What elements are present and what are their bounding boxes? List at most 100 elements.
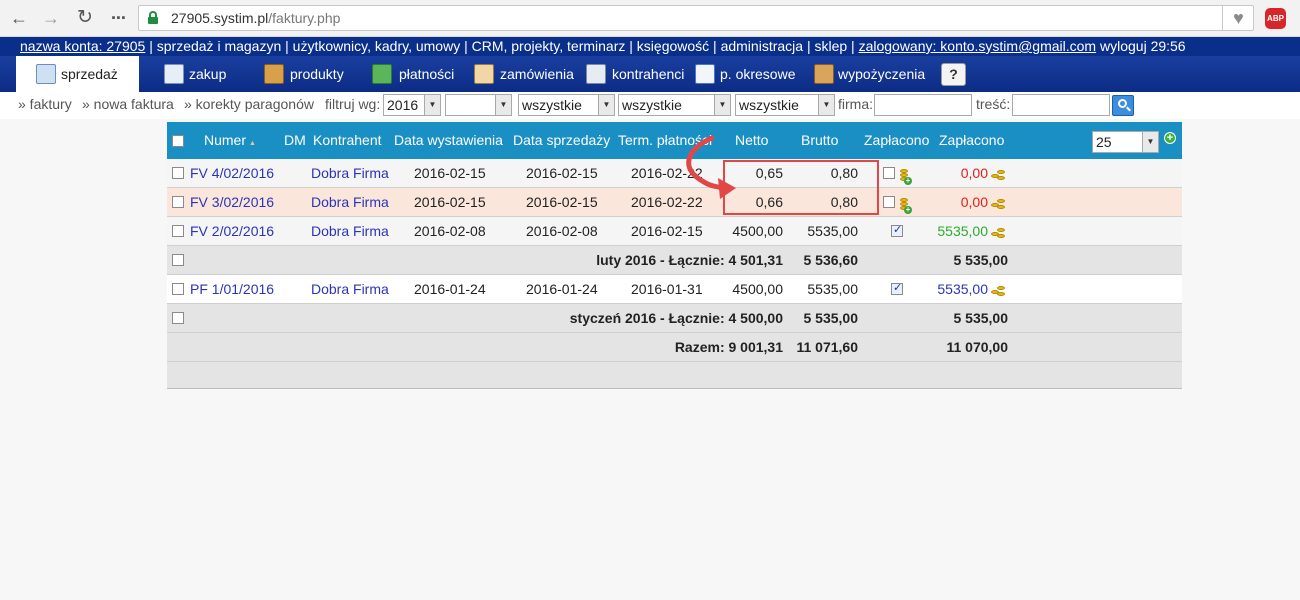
col-netto[interactable]: Netto [735, 132, 768, 148]
contractor-link[interactable]: Dobra Firma [311, 281, 389, 297]
row-checkbox[interactable] [172, 167, 184, 179]
back-arrow-icon[interactable]: ← [8, 8, 30, 28]
col-brutto[interactable]: Brutto [801, 132, 838, 148]
chevron-down-icon: ▼ [598, 95, 614, 115]
month-select[interactable]: ▼ [445, 94, 512, 116]
col-data-sprzedazy[interactable]: Data sprzedaży [513, 132, 610, 148]
netto-value: 0,66 [755, 194, 783, 210]
tresc-label: treść: [976, 96, 1011, 112]
row-checkbox[interactable] [172, 254, 184, 266]
paid-amount: 5535,00 [937, 281, 988, 297]
row-checkbox[interactable] [172, 283, 184, 295]
summary-paid: 5 535,00 [953, 252, 1009, 268]
box-icon [264, 64, 284, 84]
forward-arrow-icon[interactable]: → [40, 8, 62, 28]
paid-checkbox-checked[interactable] [891, 281, 903, 295]
col-term-platnosci[interactable]: Term. płatności [618, 132, 712, 148]
netto-value: 0,65 [755, 165, 783, 181]
select-all-checkbox[interactable] [172, 135, 184, 147]
money-icon [372, 64, 392, 84]
plus-badge-icon: + [904, 205, 912, 214]
module-links[interactable]: | sprzedaż i magazyn | użytkownicy, kadr… [145, 38, 858, 54]
brutto-value: 5535,00 [807, 223, 858, 239]
rental-boxes-icon [814, 64, 834, 84]
col-zaplacono-2[interactable]: Zapłacono [939, 132, 1004, 148]
menu-item-platnosci[interactable]: płatności [372, 56, 467, 92]
menu-item-wypozyczenia[interactable]: wypożyczenia [814, 56, 934, 92]
invoice-number-link[interactable]: PF 1/01/2016 [190, 281, 274, 297]
netto-value: 4500,00 [732, 281, 783, 297]
contractor-link[interactable]: Dobra Firma [311, 223, 389, 239]
paid-checkbox[interactable] [883, 196, 895, 208]
filter-bar: » faktury » nowa faktura » korekty parag… [0, 92, 1300, 119]
menu-label: wypożyczenia [838, 66, 926, 82]
col-kontrahent[interactable]: Kontrahent [313, 132, 382, 148]
tresc-input[interactable] [1012, 94, 1110, 116]
payment-term: 2016-02-22 [631, 194, 703, 210]
address-bar[interactable]: 27905.systim.pl/faktury.php [138, 5, 1254, 31]
menu-label: zakup [189, 66, 227, 82]
firma-input[interactable] [874, 94, 972, 116]
year-value: 2016 [387, 97, 419, 113]
sale-date: 2016-01-24 [526, 281, 598, 297]
menu-item-sprzedaz[interactable]: sprzedaż [16, 56, 139, 92]
coins-icon[interactable] [991, 197, 1007, 212]
menu-label: sprzedaż [61, 66, 118, 82]
coins-icon[interactable] [991, 168, 1007, 183]
link-korekty-paragonow[interactable]: » korekty paragonów [184, 96, 314, 112]
link-nowa-faktura[interactable]: » nowa faktura [82, 96, 174, 112]
menu-item-p-okresowe[interactable]: p. okresowe [695, 56, 805, 92]
menu-item-zamowienia[interactable]: zamówienia [474, 56, 584, 92]
row-checkbox[interactable] [172, 196, 184, 208]
help-button[interactable]: ? [941, 56, 967, 92]
invoice-number-link[interactable]: FV 3/02/2016 [190, 194, 274, 210]
logged-in-user-link[interactable]: zalogowany: konto.systim@gmail.com [859, 38, 1097, 54]
table-header: Numer ▲ DM Kontrahent Data wystawienia Da… [167, 122, 1182, 159]
issue-date: 2016-02-15 [414, 194, 486, 210]
status-select-2[interactable]: wszystkie ▼ [618, 94, 731, 116]
paid-checkbox[interactable] [883, 167, 895, 179]
search-button[interactable] [1112, 95, 1134, 116]
status-select-3[interactable]: wszystkie ▼ [735, 94, 835, 116]
row-checkbox[interactable] [172, 225, 184, 237]
apps-grid-icon[interactable]: ▪▪▪ [108, 8, 130, 28]
invoice-icon [36, 64, 56, 84]
menu-label: kontrahenci [612, 66, 685, 82]
menu-label: p. okresowe [720, 66, 796, 82]
menu-item-kontrahenci[interactable]: kontrahenci [586, 56, 691, 92]
adblock-plus-icon[interactable]: ABP [1265, 8, 1286, 29]
issue-date: 2016-02-08 [414, 223, 486, 239]
menu-item-zakup[interactable]: zakup [162, 56, 242, 92]
add-invoice-icon[interactable]: + [1164, 132, 1176, 144]
col-zaplacono-1[interactable]: Zapłacono [864, 132, 929, 148]
invoice-number-link[interactable]: FV 4/02/2016 [190, 165, 274, 181]
menu-item-produkty[interactable]: produkty [264, 56, 354, 92]
payment-term: 2016-02-15 [631, 223, 703, 239]
sale-date: 2016-02-08 [526, 223, 598, 239]
col-data-wystawienia[interactable]: Data wystawienia [394, 132, 503, 148]
paid-checkbox-checked[interactable] [891, 223, 903, 237]
paid-amount: 0,00 [960, 194, 988, 210]
logout-link[interactable]: wyloguj 29:56 [1096, 38, 1186, 54]
menu-label: płatności [399, 66, 455, 82]
coins-icon[interactable] [991, 226, 1007, 241]
status-select-1[interactable]: wszystkie ▼ [518, 94, 615, 116]
month-summary-row: luty 2016 - Łącznie: 4 501,31 5 536,60 5… [167, 246, 1182, 275]
contractor-link[interactable]: Dobra Firma [311, 165, 389, 181]
bookmark-heart-icon[interactable]: ♥ [1222, 5, 1254, 31]
main-menu: sprzedaż zakup produkty płatności zamówi… [0, 56, 1300, 92]
table-footer [167, 362, 1182, 389]
year-select[interactable]: 2016 ▼ [383, 94, 441, 116]
row-checkbox[interactable] [172, 312, 184, 324]
per-page-select[interactable]: 25 ▼ [1092, 131, 1159, 153]
paid-amount: 0,00 [960, 165, 988, 181]
col-numer[interactable]: Numer ▲ [204, 132, 256, 148]
sort-asc-icon: ▲ [249, 140, 256, 147]
col-dm[interactable]: DM [284, 132, 306, 148]
contractor-link[interactable]: Dobra Firma [311, 194, 389, 210]
coins-icon[interactable] [991, 284, 1007, 299]
link-faktury[interactable]: » faktury [18, 96, 72, 112]
reload-icon[interactable]: ↻ [74, 8, 96, 28]
account-name-link[interactable]: nazwa konta: 27905 [20, 38, 145, 54]
invoice-number-link[interactable]: FV 2/02/2016 [190, 223, 274, 239]
